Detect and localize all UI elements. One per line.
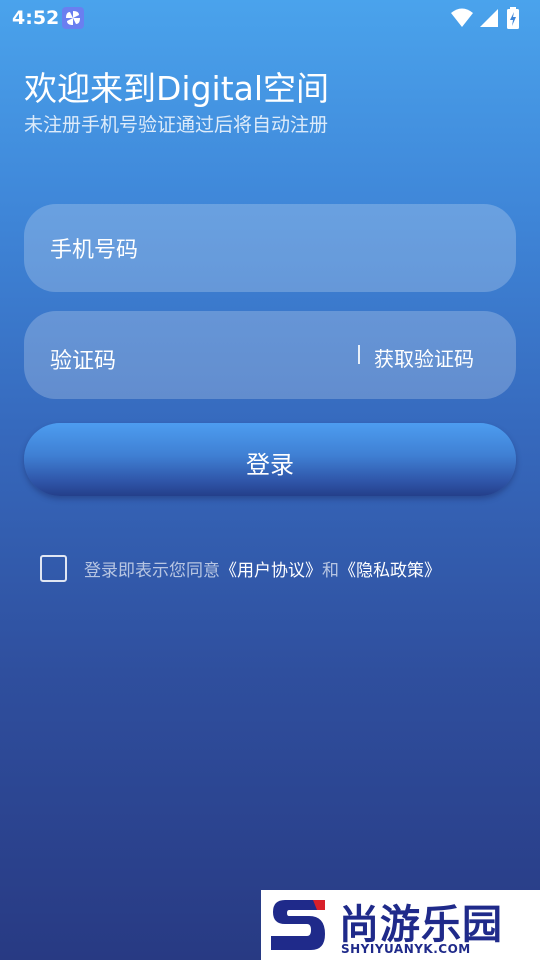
status-bar: 4:52 [0,0,540,36]
phone-input[interactable]: 手机号码 [24,204,516,292]
user-agreement-link[interactable]: 《用户协议》 [220,561,322,581]
login-button-label: 登录 [246,451,294,479]
status-time: 4:52 [12,7,60,29]
privacy-policy-link[interactable]: 《隐私政策》 [339,561,441,581]
app-notification-icon [62,7,84,29]
agreement-row: 登录即表示您同意《用户协议》和《隐私政策》 [40,555,520,585]
get-code-button[interactable]: 获取验证码 [374,343,474,372]
wifi-icon [451,8,473,27]
verification-code-input[interactable]: 验证码 获取验证码 [24,311,516,399]
page-title: 欢迎来到Digital空间 [24,69,330,108]
phone-placeholder: 手机号码 [50,238,139,263]
agreement-prefix: 登录即表示您同意 [84,561,220,581]
watermark: 尚游乐园 SHYIYUANYK.COM [261,890,540,960]
watermark-url: SHYIYUANYK.COM [341,942,471,956]
agreement-conjunction: 和 [322,561,339,581]
signal-icon [480,9,498,27]
page-subtitle: 未注册手机号验证通过后将自动注册 [24,114,329,136]
login-button[interactable]: 登录 [24,423,516,496]
status-icons [450,7,530,29]
field-divider [358,345,360,364]
battery-charging-icon [507,7,519,29]
agreement-text: 登录即表示您同意《用户协议》和《隐私政策》 [84,556,441,581]
agreement-checkbox[interactable] [40,555,67,582]
watermark-logo-icon [271,900,325,950]
code-placeholder: 验证码 [50,349,117,374]
